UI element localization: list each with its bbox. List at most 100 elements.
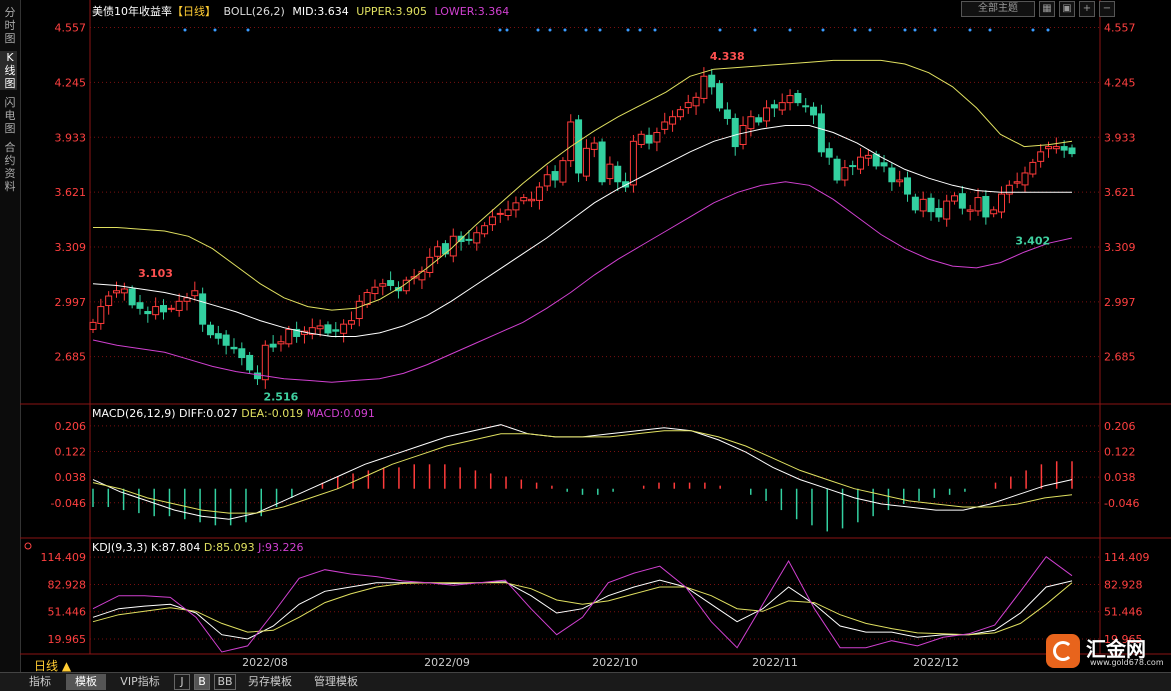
- candle-up: [543, 174, 551, 187]
- candle-up: [426, 256, 434, 273]
- candle-down: [441, 243, 449, 255]
- x-tick-label: 2022/09: [424, 656, 470, 669]
- bottom-tab-3[interactable]: J: [174, 674, 190, 690]
- candle-up: [864, 154, 872, 159]
- candle-up: [112, 290, 120, 294]
- candle-down: [755, 117, 763, 123]
- candle-up: [966, 209, 974, 212]
- candle-down: [1060, 146, 1068, 151]
- signal-dot: [718, 28, 722, 32]
- candle-down: [238, 348, 246, 359]
- candle-up: [434, 246, 442, 257]
- candle-down: [794, 92, 802, 104]
- candle-up: [1013, 181, 1021, 184]
- candle-up: [919, 198, 927, 212]
- signal-dot: [505, 28, 509, 32]
- candle-up: [606, 163, 614, 180]
- signal-dot: [653, 28, 657, 32]
- y-tick-label-right: -0.046: [1104, 497, 1139, 510]
- boll-upper: UPPER:3.905: [356, 5, 428, 18]
- candle-up: [418, 270, 426, 281]
- candle-up: [786, 95, 794, 104]
- candle-down: [387, 280, 395, 286]
- candle-up: [355, 300, 363, 320]
- bottom-tab-7[interactable]: 管理模板: [306, 674, 366, 690]
- candle-up: [488, 216, 496, 226]
- bottom-tab-2[interactable]: VIP指标: [112, 674, 168, 690]
- boll-mid: MID:3.634: [292, 5, 349, 18]
- bottom-tab-5[interactable]: BB: [214, 674, 236, 690]
- y-tick-label-right: 0.122: [1104, 446, 1136, 459]
- candle-down: [849, 165, 857, 168]
- candle-down: [253, 372, 261, 380]
- x-tick-label: 2022/12: [913, 656, 959, 669]
- candle-up: [496, 212, 504, 215]
- bottom-tab-4[interactable]: B: [194, 674, 210, 690]
- y-tick-label-right: 3.309: [1104, 241, 1136, 254]
- theme-select[interactable]: 全部主题: [961, 1, 1035, 17]
- candle-up: [528, 198, 536, 202]
- candle-down: [927, 197, 935, 213]
- y-tick-label-right: 2.685: [1104, 351, 1136, 364]
- period-tag: 【日线】: [172, 5, 216, 18]
- candle-down: [716, 83, 724, 109]
- candle-down: [731, 117, 739, 148]
- kdj-j: J:93.226: [258, 541, 304, 554]
- candle-up: [535, 186, 543, 201]
- signal-dot: [563, 28, 567, 32]
- candle-up: [89, 321, 97, 330]
- candle-up: [669, 116, 677, 125]
- candle-down: [332, 329, 340, 332]
- candle-down: [614, 165, 622, 183]
- candle-up: [363, 292, 371, 305]
- y-tick-label-right: 0.206: [1104, 420, 1136, 433]
- candle-up: [261, 344, 269, 381]
- zoom-out-icon[interactable]: −: [1099, 1, 1115, 17]
- signal-dot: [638, 28, 642, 32]
- y-tick-label-left: 19.965: [48, 633, 87, 646]
- candle-down: [1068, 147, 1076, 155]
- zoom-in-icon[interactable]: +: [1079, 1, 1095, 17]
- y-tick-label-left: 82.928: [48, 578, 87, 591]
- macd-macd: MACD:0.091: [306, 407, 375, 420]
- y-tick-label-right: 4.245: [1104, 76, 1136, 89]
- y-tick-label-left: 4.557: [55, 22, 87, 35]
- candle-down: [598, 141, 606, 183]
- bottom-tab-6[interactable]: 另存模板: [240, 674, 300, 690]
- candle-down: [645, 134, 653, 144]
- candle-down: [982, 196, 990, 218]
- candle-down: [810, 106, 818, 116]
- macd-name: MACD(26,12,9): [92, 407, 176, 420]
- grid-icon[interactable]: ▦: [1039, 1, 1055, 17]
- candle-up: [896, 179, 904, 183]
- y-tick-label-right: 82.928: [1104, 578, 1143, 591]
- signal-dot: [903, 28, 907, 32]
- candle-up: [1052, 146, 1060, 150]
- extreme-label: 3.402: [1015, 235, 1050, 248]
- signal-dot: [788, 28, 792, 32]
- candle-up: [684, 102, 692, 109]
- signal-dot: [868, 28, 872, 32]
- candle-up: [97, 306, 105, 324]
- candle-down: [199, 293, 207, 325]
- candle-down: [144, 310, 152, 315]
- bottom-tab-0[interactable]: 指标: [20, 674, 60, 690]
- candle-up: [347, 320, 355, 325]
- signal-dot: [536, 28, 540, 32]
- candle-up: [520, 197, 528, 202]
- candle-up: [191, 290, 199, 297]
- candle-down: [817, 113, 825, 153]
- candle-up: [637, 133, 645, 145]
- candle-down: [825, 148, 833, 158]
- extreme-label: 3.103: [138, 267, 173, 280]
- bottom-tab-1[interactable]: 模板: [66, 674, 106, 690]
- candle-down: [206, 324, 214, 336]
- x-tick-label: 2022/08: [242, 656, 288, 669]
- y-tick-label-left: 51.446: [48, 606, 87, 619]
- lock-icon[interactable]: ▣: [1059, 1, 1075, 17]
- candle-down: [159, 305, 167, 313]
- candle-up: [340, 323, 348, 334]
- kdj-k: K:87.804: [151, 541, 201, 554]
- y-tick-label-right: 4.557: [1104, 22, 1136, 35]
- macd-diff-line: [92, 424, 1073, 520]
